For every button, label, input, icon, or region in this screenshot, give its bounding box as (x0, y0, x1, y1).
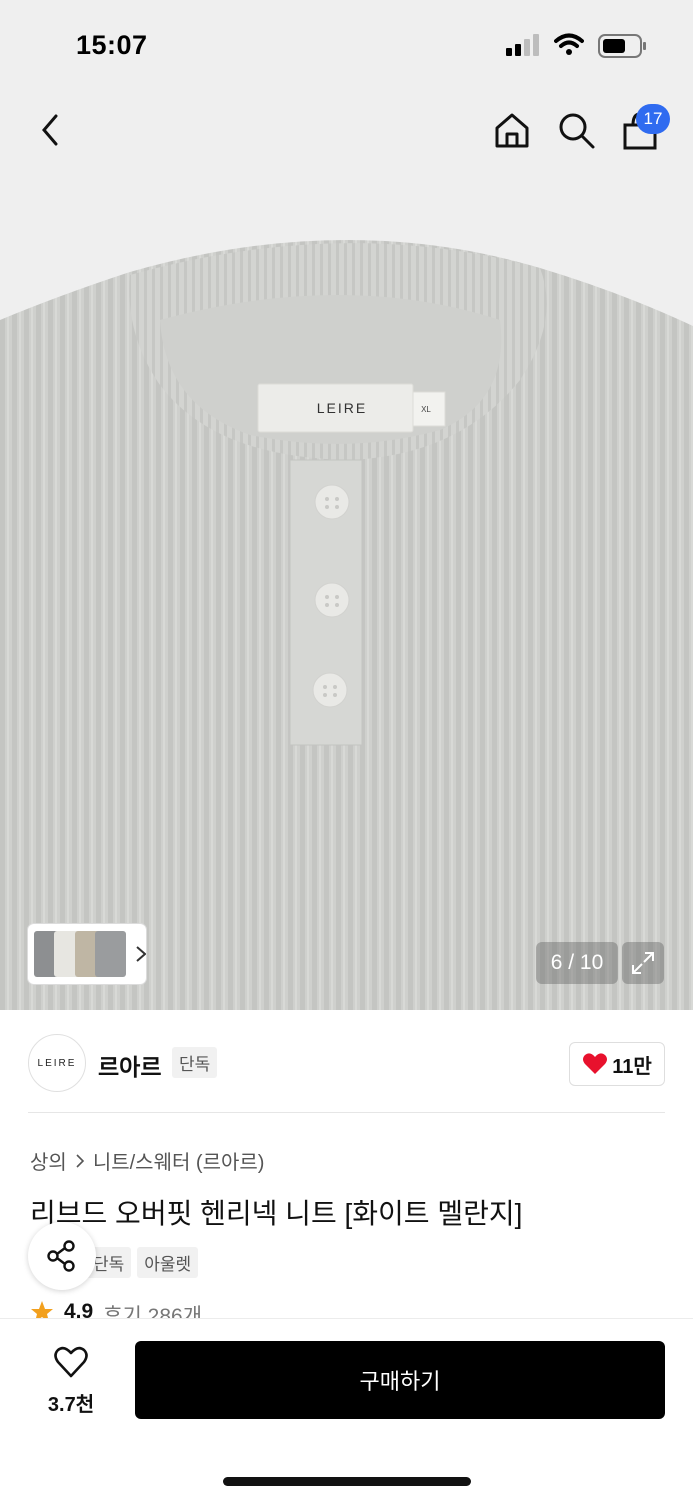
expand-button[interactable] (622, 942, 664, 984)
rating-row[interactable]: 4.9 후기 286개 (30, 1300, 202, 1318)
review-count: 후기 286개 (103, 1305, 203, 1318)
heart-filled-icon (583, 1053, 608, 1074)
breadcrumb-category[interactable]: 상의 (30, 1146, 67, 1175)
divider (28, 1112, 665, 1113)
product-title: 리브드 오버핏 헨리넥 니트 [화이트 멜란지] (30, 1198, 523, 1229)
wifi-icon (554, 33, 584, 55)
share-button[interactable] (28, 1222, 96, 1290)
buy-button[interactable]: 구매하기 (135, 1341, 665, 1419)
wishlist-button[interactable]: 3.7천 (36, 1345, 106, 1417)
star-icon (31, 1301, 53, 1318)
chevron-right-icon (76, 1153, 84, 1168)
heart-outline-icon (54, 1346, 88, 1378)
brand-name[interactable]: 르아르 (98, 1048, 161, 1082)
bottom-bar: 3.7천 구매하기 (0, 1318, 693, 1500)
chevron-right-icon (135, 946, 146, 962)
thumbnail-strip[interactable] (28, 924, 146, 984)
status-time: 15:07 (76, 30, 148, 60)
thumbnail-charcoal (95, 931, 126, 977)
search-button[interactable] (554, 108, 598, 152)
home-icon (495, 113, 529, 148)
battery-icon (598, 34, 646, 58)
garment-label-text: LEIRE (317, 400, 367, 416)
breadcrumb-subcategory[interactable]: 니트/스웨터 (르아르) (93, 1146, 265, 1175)
back-button[interactable] (28, 108, 72, 152)
wishlist-count: 3.7천 (47, 1394, 95, 1416)
expand-icon (632, 952, 654, 974)
search-icon (559, 113, 595, 149)
product-image[interactable]: LEIRE XL 15:07 17 6 / 10 (0, 0, 693, 1010)
brand-like-button[interactable]: 11만 (569, 1042, 665, 1086)
status-bar: 15:07 (0, 0, 693, 90)
share-icon (47, 1240, 75, 1272)
product-tags: 단독 아울렛 (86, 1247, 199, 1278)
home-button[interactable] (490, 108, 534, 152)
cart-count-badge: 17 (636, 104, 670, 134)
rating-score: 4.9 (64, 1300, 94, 1318)
home-indicator (223, 1477, 471, 1486)
chevron-left-icon (42, 114, 58, 146)
brand-row: LEIRE 르아르 단독 11만 (28, 1032, 665, 1094)
brand-like-count: 11만 (612, 1055, 652, 1078)
cellular-signal-icon (506, 34, 539, 56)
size-label-text: XL (421, 405, 431, 414)
breadcrumb: 상의 니트/스웨터 (르아르) (30, 1146, 264, 1175)
exclusive-badge: 단독 (172, 1047, 218, 1078)
tag-outlet: 아울렛 (137, 1247, 199, 1278)
image-pager: 6 / 10 (536, 942, 618, 984)
brand-logo[interactable]: LEIRE (28, 1034, 86, 1092)
